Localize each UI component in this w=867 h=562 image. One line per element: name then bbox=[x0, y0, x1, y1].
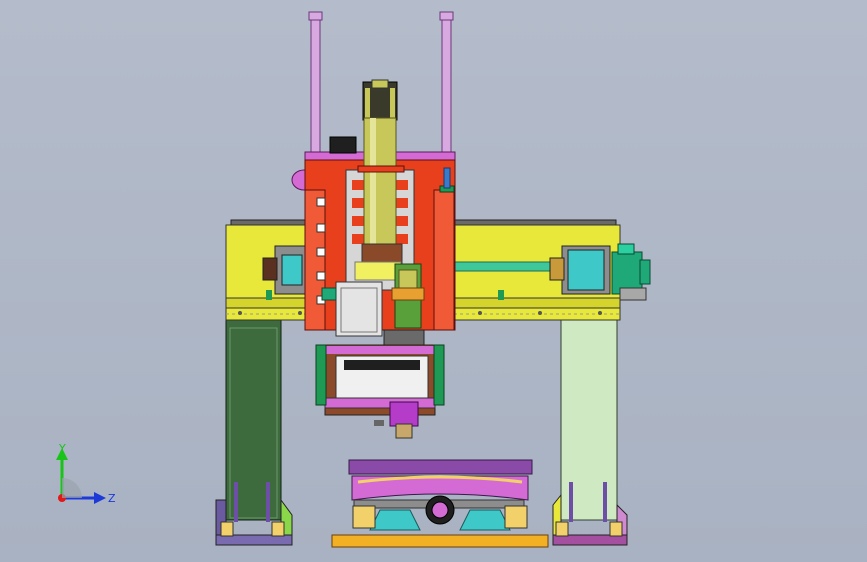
workpiece-fixture[interactable] bbox=[331, 459, 549, 548]
right-column[interactable] bbox=[552, 319, 628, 546]
triad-y-label: Y bbox=[58, 442, 66, 455]
orientation-triad: Y Z bbox=[56, 442, 116, 505]
triad-z-label: Z bbox=[108, 492, 116, 505]
spindle-housing[interactable] bbox=[315, 344, 445, 439]
cad-viewport[interactable]: Y Z bbox=[0, 0, 867, 562]
cad-model-gantry-machine[interactable] bbox=[0, 0, 867, 562]
left-column[interactable] bbox=[215, 319, 293, 546]
